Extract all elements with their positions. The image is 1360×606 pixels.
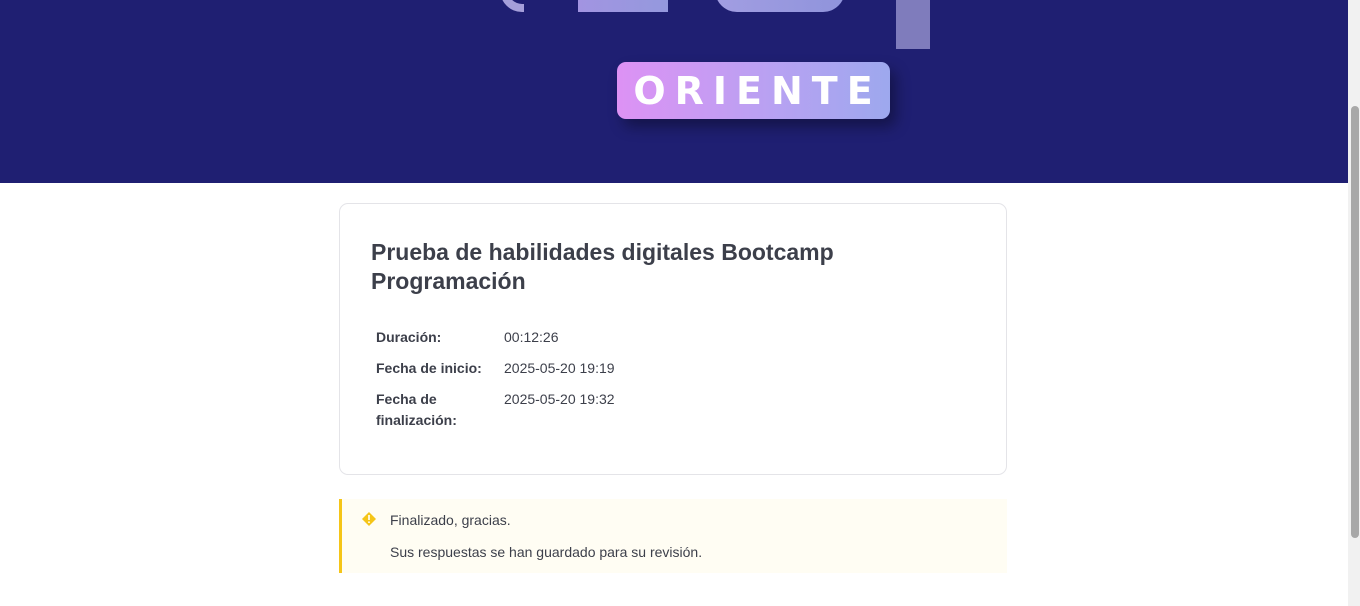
notice-message: Finalizado, gracias.: [390, 512, 511, 528]
test-details-table: Duración: 00:12:26 Fecha de inicio: 2025…: [371, 327, 620, 441]
detail-value: 00:12:26: [504, 329, 559, 345]
detail-label: Fecha de inicio:: [376, 360, 482, 376]
detail-row-duration: Duración: 00:12:26: [371, 327, 620, 358]
detail-label: Duración:: [376, 329, 442, 345]
notice-submessage: Sus respuestas se han guardado para su r…: [390, 544, 703, 560]
logo-fragment: [500, 0, 524, 12]
scrollbar-thumb[interactable]: [1351, 106, 1359, 538]
header-banner: ORIENTE: [0, 0, 1348, 183]
detail-value: 2025-05-20 19:19: [504, 360, 615, 376]
detail-value: 2025-05-20 19:32: [504, 391, 615, 407]
logo-fragment: [578, 0, 668, 12]
test-title: Prueba de habilidades digitales Bootcamp…: [371, 239, 834, 294]
warning-icon: [362, 512, 376, 526]
logo-fragment: [896, 0, 930, 49]
detail-row-start-date: Fecha de inicio: 2025-05-20 19:19: [371, 358, 620, 389]
test-summary-card: Prueba de habilidades digitales Bootcamp…: [339, 203, 1007, 475]
logo-fragment: [715, 0, 845, 12]
detail-row-end-date: Fecha de finalización: 2025-05-20 19:32: [371, 389, 620, 441]
completion-notice: Finalizado, gracias. Sus respuestas se h…: [339, 499, 1007, 573]
oriente-badge: ORIENTE: [617, 62, 890, 119]
detail-label: Fecha de finalización:: [376, 391, 457, 428]
